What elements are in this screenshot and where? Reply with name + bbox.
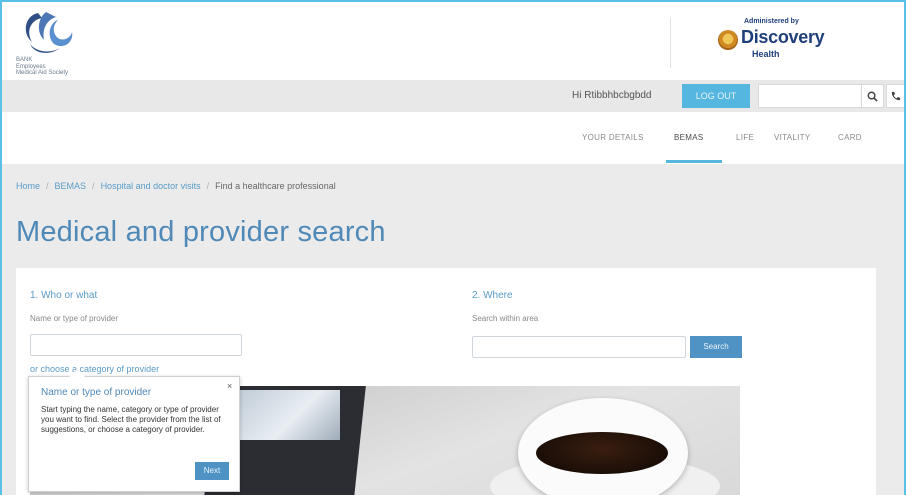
- area-input[interactable]: [472, 336, 686, 358]
- where-section-title: 2. Where: [472, 290, 513, 301]
- discovery-name: Discovery: [741, 27, 825, 47]
- administered-by-label: Administered by: [744, 18, 799, 25]
- user-greeting: Hi Rtibbhbcbgbdd: [572, 90, 652, 101]
- breadcrumb-separator: /: [92, 181, 95, 191]
- app-frame: BANK Employees Medical Aid Society Admin…: [0, 0, 906, 495]
- nav-item-life[interactable]: LIFE: [736, 133, 754, 142]
- breadcrumb-current: Find a healthcare professional: [215, 181, 336, 191]
- search-button[interactable]: Search: [690, 336, 742, 358]
- discovery-logo: Administered by Discovery Health: [718, 18, 848, 68]
- breadcrumb: Home / BEMAS / Hospital and doctor visits / Fi…: [16, 181, 336, 191]
- site-header: BANK Employees Medical Aid Society Admin…: [2, 2, 904, 80]
- page-title: Medical and provider search: [16, 216, 386, 248]
- phone-icon[interactable]: [886, 84, 904, 108]
- provider-name-label: Name or type of provider: [30, 314, 119, 323]
- breadcrumb-home[interactable]: Home: [16, 181, 40, 191]
- logo-caption-line: Medical Aid Society: [16, 70, 69, 76]
- tooltip-title: Name or type of provider: [41, 387, 152, 398]
- close-icon[interactable]: ×: [227, 381, 232, 391]
- nav-item-your-details[interactable]: YOUR DETAILS: [582, 133, 644, 142]
- logout-button[interactable]: LOG OUT: [682, 84, 750, 108]
- next-button[interactable]: Next: [195, 462, 229, 480]
- help-tooltip: Name or type of provider × Start typing …: [28, 369, 240, 492]
- breadcrumb-separator: /: [206, 181, 210, 191]
- tooltip-body: Start typing the name, category or type …: [41, 405, 221, 434]
- logo-caption: BANK Employees Medical Aid Society: [16, 57, 116, 77]
- nav-item-card[interactable]: CARD: [838, 133, 862, 142]
- area-label: Search within area: [472, 314, 539, 323]
- tooltip-arrow: [69, 369, 85, 377]
- discovery-health-label: Health: [752, 49, 780, 59]
- main-nav: YOUR DETAILS BEMAS LIFE VITALITY CARD: [2, 112, 904, 164]
- coffee-graphic: [536, 432, 668, 474]
- choose-category-link[interactable]: or choose a category of provider: [30, 364, 159, 374]
- nav-item-vitality[interactable]: VITALITY: [774, 133, 810, 142]
- who-section-title: 1. Who or what: [30, 290, 98, 301]
- breadcrumb-hospital-visits[interactable]: Hospital and doctor visits: [101, 181, 201, 191]
- site-search-input[interactable]: [758, 84, 862, 108]
- breadcrumb-separator: /: [46, 181, 49, 191]
- phone-icon-glyph: [891, 91, 901, 100]
- search-icon[interactable]: [862, 84, 884, 108]
- discovery-badge-icon: [718, 30, 738, 50]
- header-divider: [670, 18, 671, 68]
- breadcrumb-bemas[interactable]: BEMAS: [55, 181, 87, 191]
- nav-item-bemas[interactable]: BEMAS: [674, 133, 704, 142]
- search-icon-glyph: [867, 91, 878, 102]
- provider-name-input[interactable]: [30, 334, 242, 356]
- nav-active-indicator: [666, 160, 722, 163]
